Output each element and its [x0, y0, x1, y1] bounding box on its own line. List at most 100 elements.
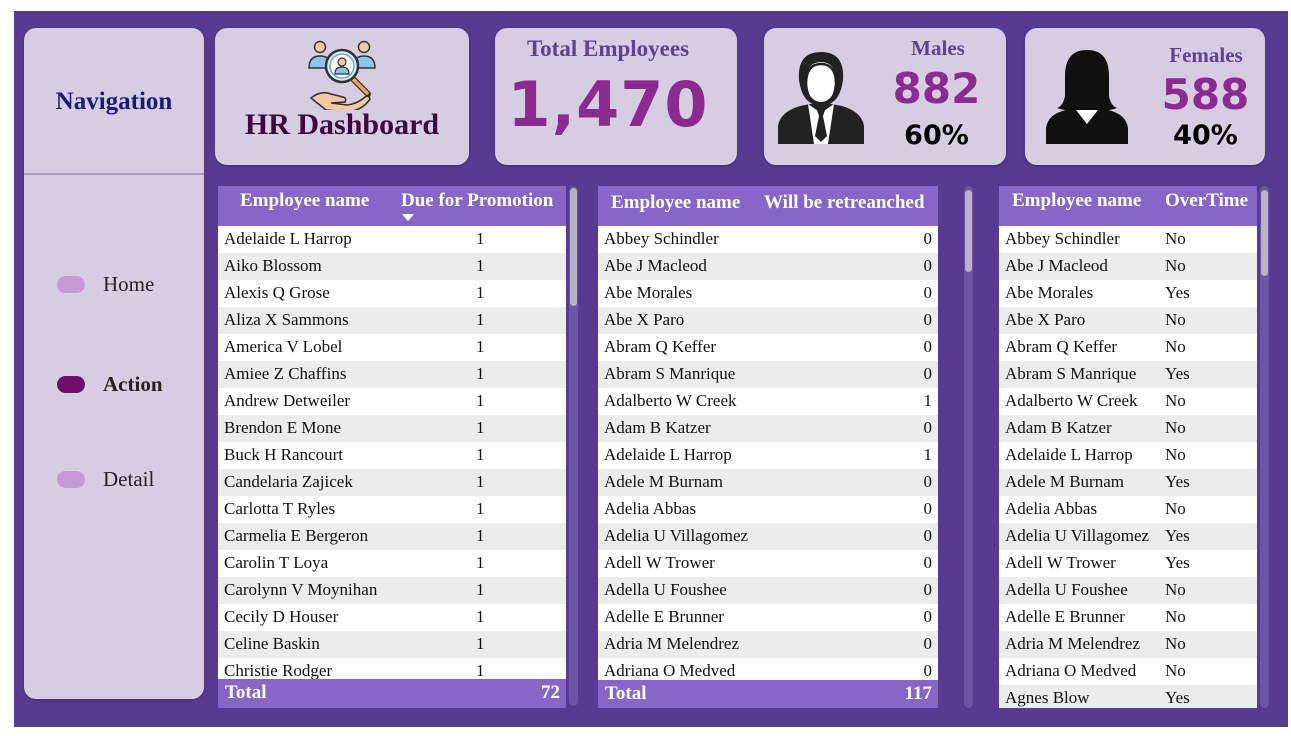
table-row[interactable]: Adalberto W Creek No: [999, 388, 1257, 415]
retrench-table-header: Employee name Will be retreanched: [598, 186, 938, 226]
sort-descending-icon[interactable]: [402, 214, 414, 221]
value-cell: No: [1165, 634, 1186, 653]
table-row[interactable]: Cecily D Houser 1: [218, 604, 566, 631]
employee-name-cell: Carolin T Loya: [224, 553, 329, 572]
employee-name-cell: Adelia U Villagomez: [604, 526, 749, 545]
table-row[interactable]: Adelia Abbas 0: [598, 496, 938, 523]
scrollbar-thumb[interactable]: [1261, 190, 1268, 276]
table-row[interactable]: Carolynn V Moynihan 1: [218, 577, 566, 604]
column-header-employee-name[interactable]: Employee name: [611, 192, 740, 214]
table-row[interactable]: Abram S Manrique 0: [598, 361, 938, 388]
table-row[interactable]: Adell W Trower Yes: [999, 550, 1257, 577]
table-row[interactable]: Aliza X Sammons 1: [218, 307, 566, 334]
table-row[interactable]: Buck H Rancourt 1: [218, 442, 566, 469]
table-row[interactable]: Aiko Blossom 1: [218, 253, 566, 280]
value-cell: 0: [923, 418, 933, 437]
table-row[interactable]: Adria M Melendrez 0: [598, 631, 938, 658]
scrollbar-thumb[interactable]: [570, 188, 577, 306]
employee-name-cell: Adele M Burnam: [1005, 472, 1124, 491]
employee-name-cell: Abe J Macleod: [604, 256, 707, 275]
table-row[interactable]: Carlotta T Ryles 1: [218, 496, 566, 523]
employee-name-cell: Adella U Foushee: [604, 580, 727, 599]
table-row[interactable]: Abram Q Keffer No: [999, 334, 1257, 361]
table-row[interactable]: Adriana O Medved No: [999, 658, 1257, 685]
column-header-overtime[interactable]: OverTime: [1165, 190, 1248, 212]
value-cell: 0: [923, 553, 933, 572]
table-row[interactable]: Carolin T Loya 1: [218, 550, 566, 577]
retrench-table-body: Abbey Schindler 0 Abe J Macleod 0 Abe Morale…: [598, 226, 938, 685]
table-row[interactable]: Abe J Macleod 0: [598, 253, 938, 280]
table-row[interactable]: Abe X Paro 0: [598, 307, 938, 334]
table-row[interactable]: Agnes Blow Yes: [999, 685, 1257, 708]
value-cell: No: [1165, 418, 1186, 437]
table-row[interactable]: Adam B Katzer 0: [598, 415, 938, 442]
scrollbar-thumb[interactable]: [965, 190, 972, 272]
table-row[interactable]: Brendon E Mone 1: [218, 415, 566, 442]
value-cell: No: [1165, 445, 1186, 464]
table-row[interactable]: Adella U Foushee 0: [598, 577, 938, 604]
employee-name-cell: Agnes Blow: [1005, 688, 1090, 707]
column-header-employee-name[interactable]: Employee name: [240, 190, 369, 212]
table-row[interactable]: Adelia Abbas No: [999, 496, 1257, 523]
value-cell: No: [1165, 256, 1186, 275]
dashboard-frame: Navigation Home Action Detail HR Dashboa…: [14, 11, 1288, 727]
table-row[interactable]: Celine Baskin 1: [218, 631, 566, 658]
table-row[interactable]: Adam B Katzer No: [999, 415, 1257, 442]
table-row[interactable]: Abe Morales 0: [598, 280, 938, 307]
dashboard-title: HR Dashboard: [244, 108, 440, 141]
employee-name-cell: Aliza X Sammons: [224, 310, 349, 329]
table-row[interactable]: Adelaide L Harrop 1: [218, 226, 566, 253]
table-row[interactable]: Abram S Manrique Yes: [999, 361, 1257, 388]
nav-item-action[interactable]: Action: [57, 372, 163, 396]
retrench-table-scrollbar[interactable]: [964, 186, 973, 708]
employee-name-cell: Adam B Katzer: [1005, 418, 1112, 437]
table-row[interactable]: Abe Morales Yes: [999, 280, 1257, 307]
table-row[interactable]: Carmelia E Bergeron 1: [218, 523, 566, 550]
table-row[interactable]: Abbey Schindler No: [999, 226, 1257, 253]
table-row[interactable]: Amiee Z Chaffins 1: [218, 361, 566, 388]
total-label: Total: [605, 683, 647, 704]
employee-name-cell: Aiko Blossom: [224, 256, 322, 275]
table-row[interactable]: America V Lobel 1: [218, 334, 566, 361]
table-row[interactable]: Abram Q Keffer 0: [598, 334, 938, 361]
table-row[interactable]: Adelle E Brunner No: [999, 604, 1257, 631]
column-header-employee-name[interactable]: Employee name: [1012, 190, 1141, 212]
table-row[interactable]: Abe X Paro No: [999, 307, 1257, 334]
table-row[interactable]: Abe J Macleod No: [999, 253, 1257, 280]
value-cell: Yes: [1165, 553, 1190, 572]
table-row[interactable]: Candelaria Zajicek 1: [218, 469, 566, 496]
employee-name-cell: Cecily D Houser: [224, 607, 339, 626]
nav-item-home[interactable]: Home: [57, 272, 154, 296]
table-row[interactable]: Adalberto W Creek 1: [598, 388, 938, 415]
table-row[interactable]: Adria M Melendrez No: [999, 631, 1257, 658]
table-row[interactable]: Alexis Q Grose 1: [218, 280, 566, 307]
employee-name-cell: Carlotta T Ryles: [224, 499, 336, 518]
table-row[interactable]: Abbey Schindler 0: [598, 226, 938, 253]
value-cell: Yes: [1165, 283, 1190, 302]
employee-name-cell: Adelaide L Harrop: [604, 445, 732, 464]
nav-item-detail[interactable]: Detail: [57, 467, 154, 491]
overtime-table-scrollbar[interactable]: [1260, 186, 1269, 708]
value-cell: 1: [476, 418, 485, 437]
navigation-divider: [24, 173, 204, 175]
table-row[interactable]: Adelaide L Harrop No: [999, 442, 1257, 469]
employee-name-cell: Amiee Z Chaffins: [224, 364, 347, 383]
table-row[interactable]: Adell W Trower 0: [598, 550, 938, 577]
table-row[interactable]: Adella U Foushee No: [999, 577, 1257, 604]
total-employees-label: Total Employees: [526, 36, 690, 61]
table-row[interactable]: Adelle E Brunner 0: [598, 604, 938, 631]
value-cell: 1: [476, 526, 485, 545]
table-row[interactable]: Adelaide L Harrop 1: [598, 442, 938, 469]
nav-pill-icon: [57, 275, 85, 293]
table-row[interactable]: Adele M Burnam 0: [598, 469, 938, 496]
overtime-table: Employee name OverTime Abbey Schindler No…: [999, 186, 1257, 708]
table-row[interactable]: Adelia U Villagomez 0: [598, 523, 938, 550]
table-row[interactable]: Adelia U Villagomez Yes: [999, 523, 1257, 550]
table-row[interactable]: Adele M Burnam Yes: [999, 469, 1257, 496]
table-row[interactable]: Andrew Detweiler 1: [218, 388, 566, 415]
column-header-will-be-retrenched[interactable]: Will be retreanched: [764, 192, 924, 214]
nav-item-label: Detail: [103, 466, 155, 491]
column-header-due-for-promotion[interactable]: Due for Promotion: [401, 190, 553, 212]
promotion-table-scrollbar[interactable]: [569, 186, 578, 706]
value-cell: Yes: [1165, 526, 1190, 545]
